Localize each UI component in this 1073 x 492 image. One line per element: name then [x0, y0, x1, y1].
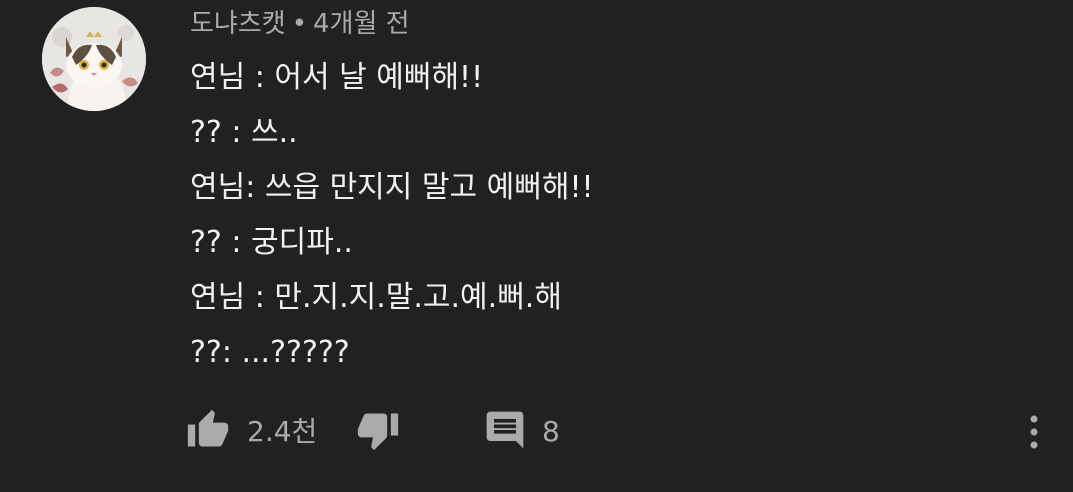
- thumbs-down-icon: [357, 413, 399, 451]
- comment-time[interactable]: 4개월 전: [313, 9, 410, 39]
- reply-count: 8: [542, 415, 560, 448]
- comment-meta: 도냐츠캣 • 4개월 전: [190, 4, 410, 44]
- comment-line: ??: ...?????: [190, 335, 350, 370]
- comment-line: ?? : 궁디파..: [190, 225, 353, 260]
- reply-button[interactable]: [483, 408, 527, 452]
- dislike-button[interactable]: [356, 408, 400, 452]
- cat-avatar-icon: [42, 7, 146, 111]
- comment-icon: [486, 411, 524, 449]
- comment-line: ?? : 쓰..: [190, 115, 298, 150]
- like-button[interactable]: [186, 408, 230, 452]
- comment-thread-item: 도냐츠캣 • 4개월 전 연님 : 어서 날 예뻐해!! ?? : 쓰.. 연님: …: [0, 0, 1073, 492]
- more-actions-button[interactable]: [1014, 408, 1054, 456]
- thumbs-up-icon: [187, 409, 229, 447]
- like-count: 2.4천: [247, 415, 318, 448]
- more-vertical-icon: [1030, 415, 1038, 449]
- author-name[interactable]: 도냐츠캣: [190, 9, 286, 39]
- comment-text: 연님 : 어서 날 예뻐해!! ?? : 쓰.. 연님: 쓰읍 만지지 말고 예…: [190, 55, 594, 385]
- comment-line: 연님: 쓰읍 만지지 말고 예뻐해!!: [190, 170, 594, 205]
- comment-line: 연님 : 어서 날 예뻐해!!: [190, 60, 484, 95]
- comment-action-bar: 2.4천 8: [0, 400, 1073, 464]
- author-avatar[interactable]: [42, 7, 146, 111]
- comment-line: 연님 : 만.지.지.말.고.예.뻐.해: [190, 280, 562, 315]
- meta-separator: •: [291, 9, 308, 39]
